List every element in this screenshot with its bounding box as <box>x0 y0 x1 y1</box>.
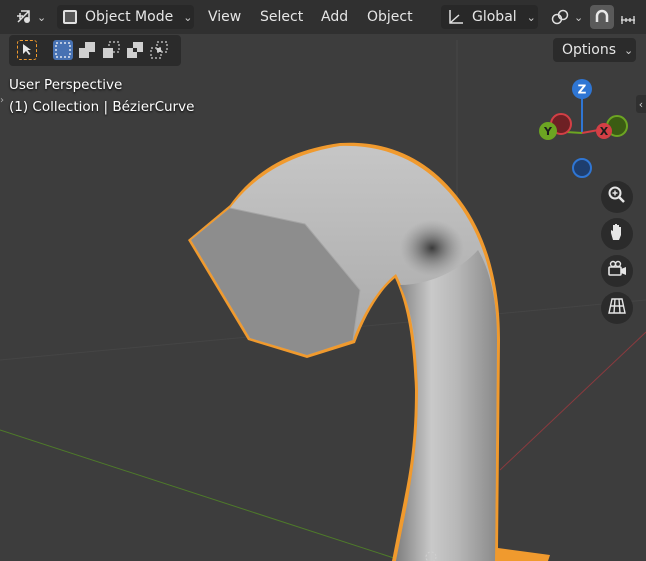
3d-viewport[interactable]: ⌄ Object Mode ⌄ View Select Add Object G… <box>0 0 646 561</box>
snap-increment-icon <box>619 8 637 26</box>
sidebar-toggle[interactable]: ‹ <box>636 95 646 113</box>
menu-add[interactable]: Add <box>321 5 348 29</box>
pan-button[interactable] <box>601 218 633 250</box>
link-chain-icon <box>550 8 570 26</box>
chevron-down-icon: ⌄ <box>37 10 47 24</box>
selection-toolbar <box>9 35 181 66</box>
menu-object[interactable]: Object <box>367 5 413 29</box>
options-dropdown[interactable]: Options ⌄ <box>553 38 636 62</box>
toolbar-toggle[interactable]: › <box>0 95 6 109</box>
grid-line <box>499 331 646 471</box>
zoom-button[interactable] <box>601 181 633 213</box>
gizmo-x-label: X <box>600 125 609 138</box>
viewport-header: ⌄ Object Mode ⌄ View Select Add Object G… <box>0 0 646 34</box>
select-box-cursor-icon[interactable] <box>17 40 37 60</box>
select-new-icon[interactable] <box>53 40 73 60</box>
select-intersect-icon[interactable] <box>149 40 169 60</box>
grid-ortho-icon <box>607 296 627 320</box>
mode-selector[interactable]: Object Mode ⌄ <box>57 5 194 29</box>
ortho-toggle-button[interactable] <box>601 292 633 324</box>
view-name-label: User Perspective <box>9 77 123 93</box>
menu-select[interactable]: Select <box>260 5 303 29</box>
magnet-icon <box>593 8 611 26</box>
navigation-gizmo[interactable]: Z Y X <box>530 75 630 185</box>
orientation-axes-icon <box>446 8 464 26</box>
chevron-down-icon: ⌄ <box>574 10 584 24</box>
collection-info-label: (1) Collection | BézierCurve <box>9 99 195 115</box>
zoom-icon <box>607 185 627 209</box>
mode-label: Object Mode <box>85 9 174 25</box>
hand-pan-icon <box>607 222 627 246</box>
chevron-left-icon: ‹ <box>638 97 644 111</box>
chevron-down-icon: ⌄ <box>183 10 193 24</box>
chevron-right-icon: › <box>0 95 4 106</box>
pivot-point-button[interactable]: ⌄ <box>546 5 584 29</box>
snap-toggle[interactable] <box>590 5 614 29</box>
bezier-curve-object[interactable] <box>188 142 550 561</box>
chevron-down-icon: ⌄ <box>526 10 536 24</box>
snap-increment-button[interactable] <box>616 5 640 29</box>
menu-view[interactable]: View <box>208 5 241 29</box>
object-mode-icon <box>63 10 77 24</box>
select-extend-icon[interactable] <box>77 40 97 60</box>
camera-view-button[interactable] <box>601 255 633 287</box>
select-difference-icon[interactable] <box>125 40 145 60</box>
chevron-down-icon: ⌄ <box>624 43 634 57</box>
grid-line <box>0 429 401 561</box>
gizmo-z-label: Z <box>578 83 587 97</box>
select-subtract-icon[interactable] <box>101 40 121 60</box>
camera-icon <box>606 259 628 283</box>
transform-orientation-selector[interactable]: Global ⌄ <box>441 5 538 29</box>
gizmo-y-label: Y <box>543 125 553 138</box>
gizmo-z-neg[interactable] <box>572 158 592 178</box>
options-label: Options <box>562 42 617 58</box>
cursor-transform-icon <box>15 8 33 26</box>
orientation-label: Global <box>472 9 517 25</box>
editor-type-button[interactable]: ⌄ <box>9 5 47 29</box>
